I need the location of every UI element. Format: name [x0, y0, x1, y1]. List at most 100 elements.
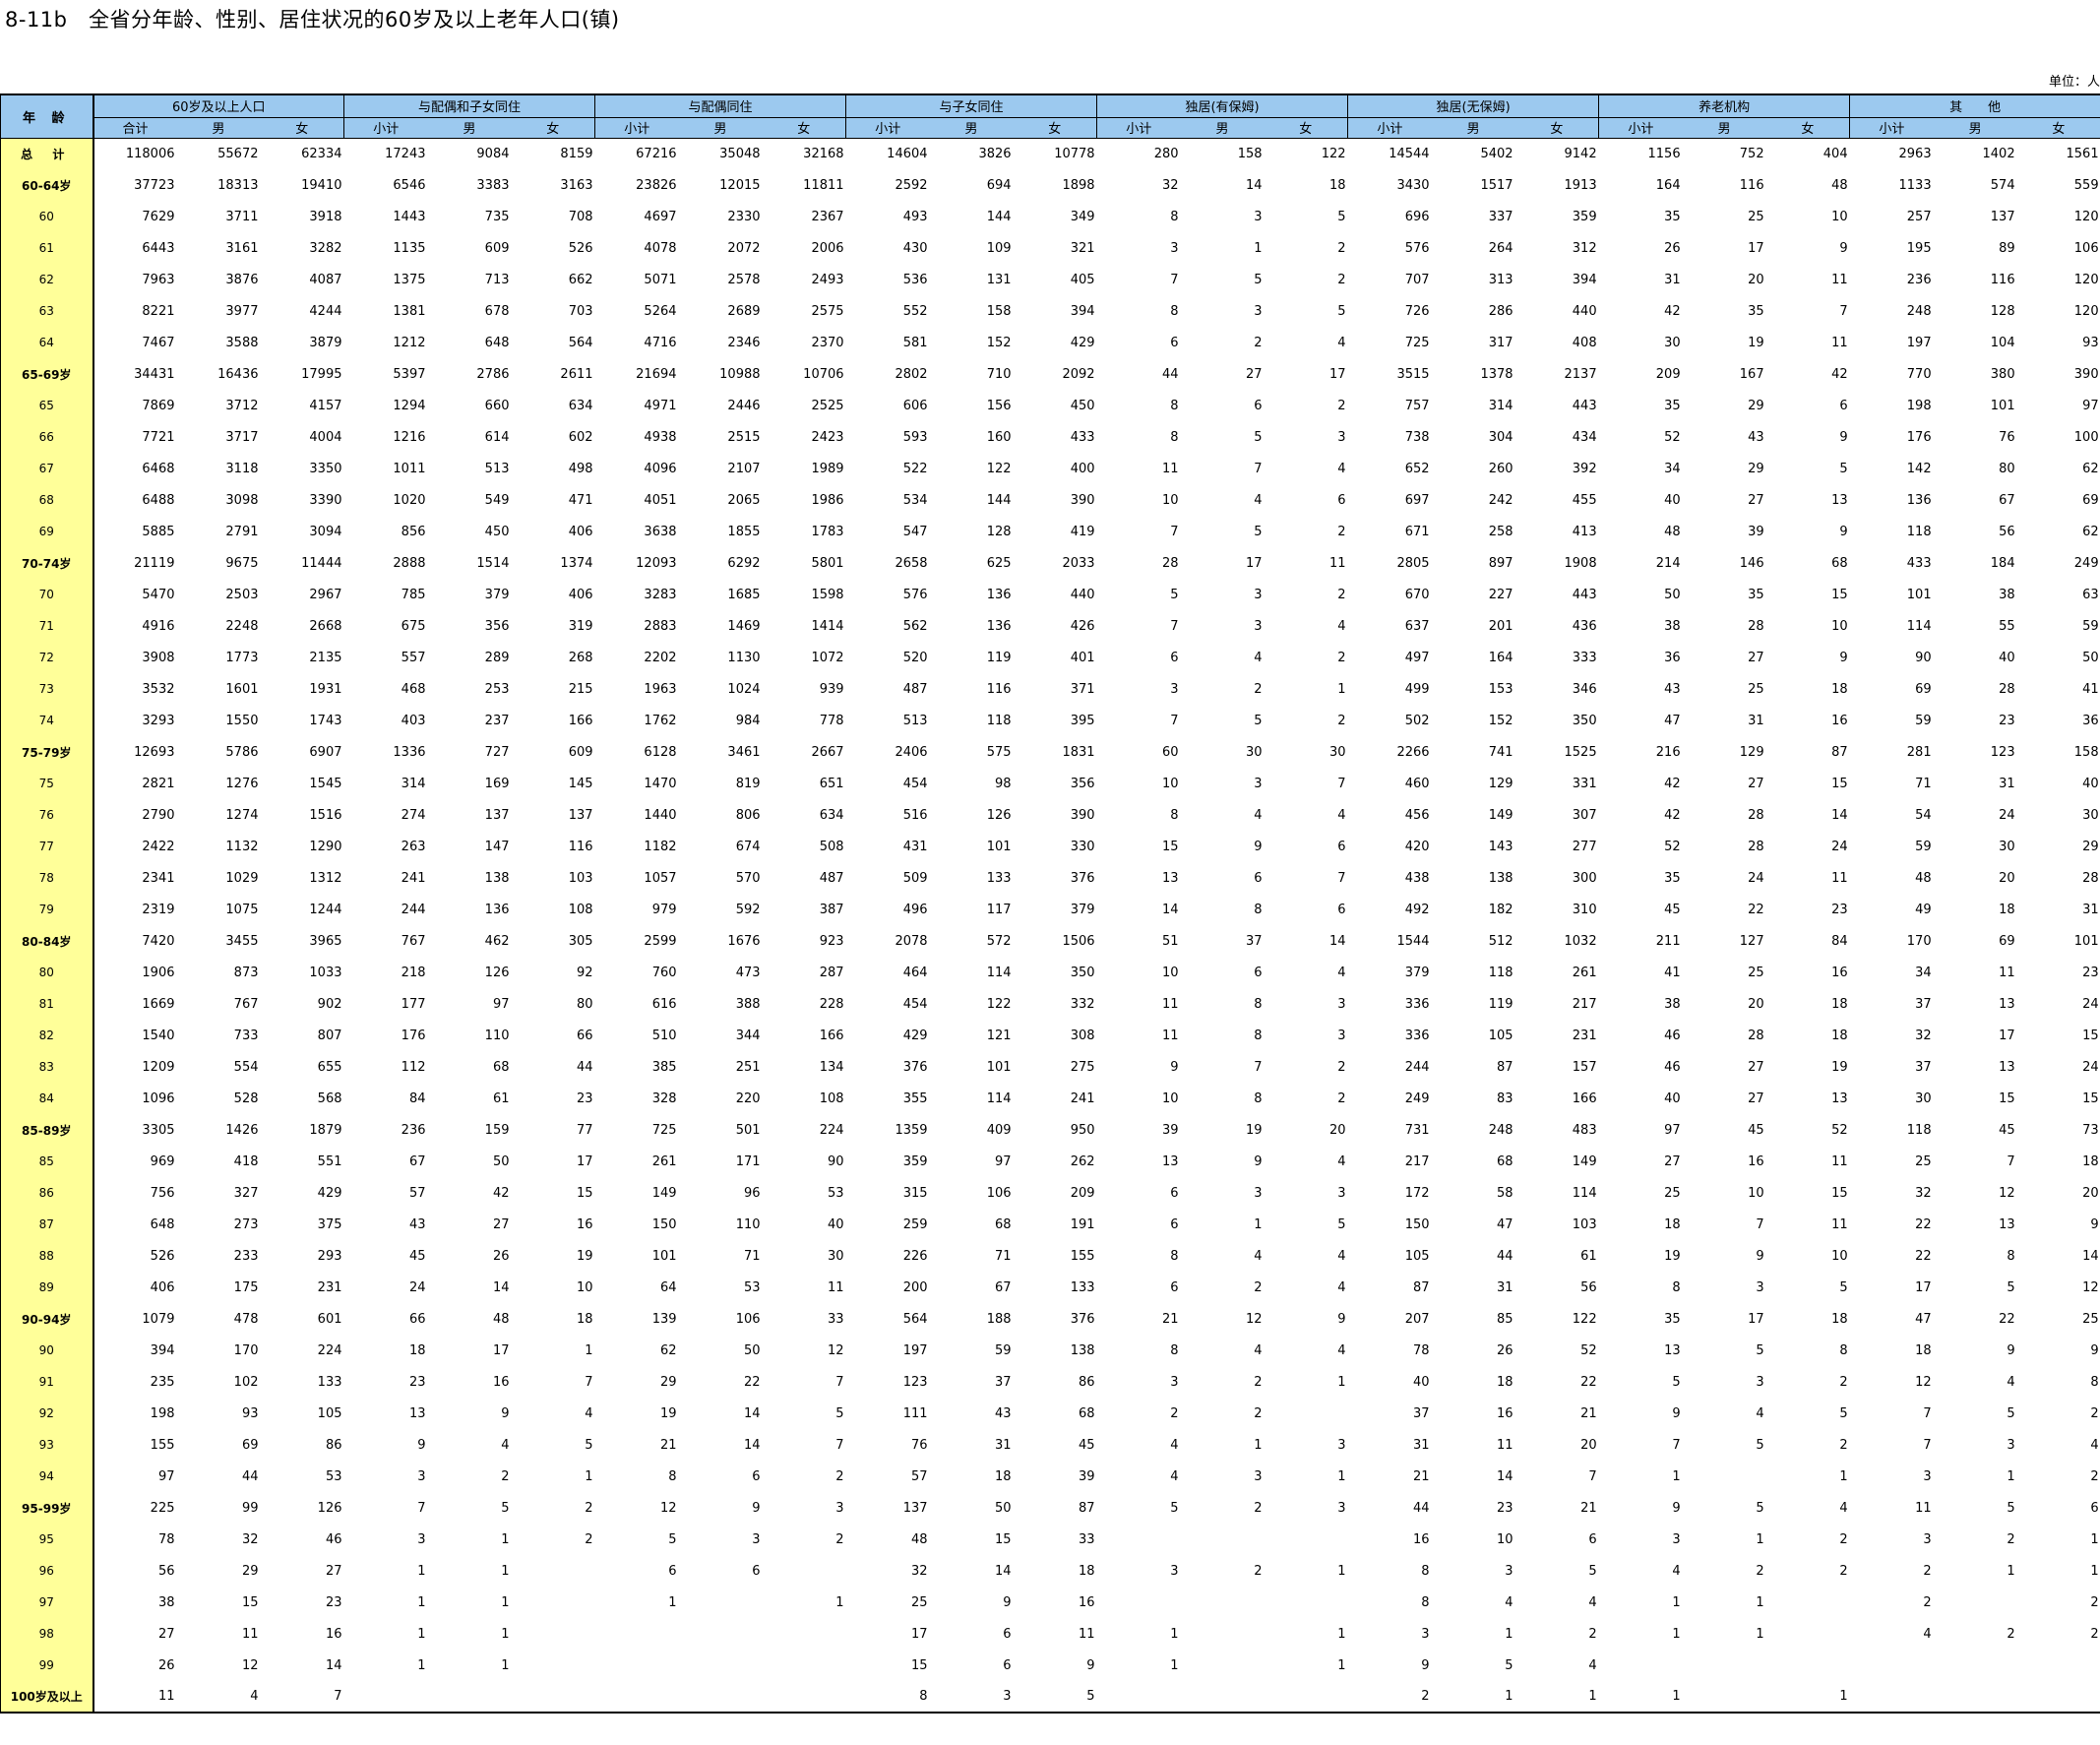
value-cell: 671 [1404, 524, 1430, 539]
table-row: 85 969 418 551 67 50 17 261 171 90 359 97 262 13 9 4 217… [0, 1146, 2100, 1177]
value-cell: 3 [1254, 1185, 1263, 1201]
value-cell: 1 [2007, 1468, 2015, 1484]
value-cell: 17 [1915, 1279, 1932, 1295]
value-cell: 5 [1756, 1342, 1764, 1358]
value-cell: 1072 [811, 650, 844, 665]
value-cell: 4 [176, 1681, 261, 1714]
table-row: 66 7721 3717 4004 1216 614 602 4938 2515 2423 593 1… [0, 421, 2100, 453]
value-cell: 144 [986, 492, 1012, 508]
value-cell: 233 [233, 1248, 259, 1264]
value-cell: 197 [902, 1342, 928, 1358]
value-cell [595, 1618, 679, 1650]
value-cell: 4971 [644, 398, 677, 413]
value-cell: 1 [1672, 1594, 1681, 1610]
value-cell: 167 [1739, 366, 1764, 382]
value-cell: 100 [2073, 429, 2099, 445]
value-cell: 7 [1756, 1216, 1764, 1232]
value-cell: 7 [1672, 1437, 1681, 1453]
value-cell: 31 [994, 1437, 1012, 1453]
value-cell: 237 [484, 713, 510, 728]
value-cell: 2422 [142, 839, 175, 854]
value-cell: 2805 [1396, 555, 1430, 571]
value-cell: 5 [1839, 1279, 1848, 1295]
age-cell: 88 [0, 1240, 94, 1272]
value-cell: 9 [1839, 429, 1848, 445]
value-cell: 119 [986, 650, 1012, 665]
value-cell: 17 [576, 1153, 593, 1169]
value-cell: 30 [1664, 335, 1681, 350]
value-cell: 136 [986, 618, 1012, 634]
value-cell: 314 [401, 776, 426, 791]
value-cell: 38 [1664, 996, 1681, 1012]
value-cell: 122 [1572, 1311, 1597, 1327]
age-cell: 74 [0, 705, 94, 736]
value-cell: 293 [317, 1248, 342, 1264]
value-cell: 6 [1170, 1279, 1179, 1295]
value-cell: 18 [1915, 1342, 1932, 1358]
value-cell: 17 [1748, 240, 1764, 256]
value-cell: 3 [929, 1681, 1014, 1714]
value-cell: 371 [1070, 681, 1095, 697]
value-cell: 60 [1162, 744, 1179, 760]
value-cell: 2 [585, 1531, 593, 1547]
value-cell: 56 [1999, 524, 2015, 539]
value-cell: 3163 [560, 177, 593, 193]
value-cell: 18 [2082, 1153, 2099, 1169]
value-cell: 305 [568, 933, 593, 949]
value-cell: 464 [902, 965, 928, 980]
value-cell: 349 [1070, 209, 1095, 224]
value-cell: 22 [1915, 1216, 1932, 1232]
value-cell: 2341 [142, 870, 175, 886]
value-cell: 143 [1488, 839, 1513, 854]
value-cell: 7 [835, 1437, 844, 1453]
value-cell: 2515 [727, 429, 761, 445]
value-cell: 228 [819, 996, 844, 1012]
value-cell: 1244 [309, 902, 342, 917]
value-cell: 1079 [142, 1311, 175, 1327]
value-cell: 5071 [644, 272, 677, 287]
table-row: 91 235 102 133 23 16 7 29 22 7 123 37 86 3 2 1 40 18 22 5 3 2… [0, 1366, 2100, 1398]
value-cell: 731 [1404, 1122, 1430, 1138]
value-cell: 409 [986, 1122, 1012, 1138]
value-cell: 592 [735, 902, 761, 917]
header-row-groups: 年 龄 60岁及以上人口 与配偶和子女同住 与配偶同住 与子女同住 独居(有保姆) 独居(无… [0, 93, 2100, 139]
value-cell: 387 [819, 902, 844, 917]
table-row: 93 155 69 86 9 4 5 21 14 7 76 31 45 4 1 3 31 11 20 7 5 2 7 3 4 [0, 1429, 2100, 1461]
value-cell: 726 [1404, 303, 1430, 319]
value-cell: 4 [501, 1437, 510, 1453]
value-cell: 69 [1999, 933, 2015, 949]
value-cell: 562 [902, 618, 928, 634]
value-cell: 7 [1923, 1437, 1932, 1453]
value-cell: 819 [735, 776, 761, 791]
value-cell: 104 [1990, 335, 2015, 350]
table-row: 90-94岁 1079 478 601 66 48 18 139 106 33 564 188 376 2… [0, 1303, 2100, 1335]
value-cell: 126 [317, 1500, 342, 1516]
value-cell: 52 [1580, 1342, 1597, 1358]
value-cell: 25 [1664, 1185, 1681, 1201]
value-cell: 3 [1170, 1374, 1179, 1390]
age-cell: 98 [0, 1618, 94, 1650]
value-cell: 8 [1421, 1563, 1430, 1579]
value-cell: 101 [1990, 398, 2015, 413]
value-cell: 902 [317, 996, 342, 1012]
age-cell: 76 [0, 799, 94, 831]
value-cell [1265, 1587, 1348, 1618]
value-cell: 1986 [811, 492, 844, 508]
value-cell: 19 [1664, 1248, 1681, 1264]
table-row: 总 计 118006 55672 62334 17243 9084 8159 67216 350… [0, 138, 2100, 169]
value-cell: 5 [1337, 209, 1346, 224]
table-row: 75 2821 1276 1545 314 169 145 1470 819 651 454 98 35… [0, 768, 2100, 799]
value-cell: 122 [1321, 146, 1346, 161]
value-cell: 1096 [142, 1091, 175, 1106]
value-cell: 3826 [978, 146, 1012, 161]
value-cell: 15 [2082, 1091, 2099, 1106]
value-cell: 3 [1170, 240, 1179, 256]
value-cell: 47 [1915, 1311, 1932, 1327]
value-cell: 1561 [2066, 146, 2099, 161]
value-cell [2017, 1650, 2100, 1681]
value-cell: 10 [1748, 1185, 1764, 1201]
value-cell: 395 [1070, 713, 1095, 728]
value-cell: 575 [986, 744, 1012, 760]
value-cell: 71 [743, 1248, 761, 1264]
value-cell: 760 [651, 965, 677, 980]
